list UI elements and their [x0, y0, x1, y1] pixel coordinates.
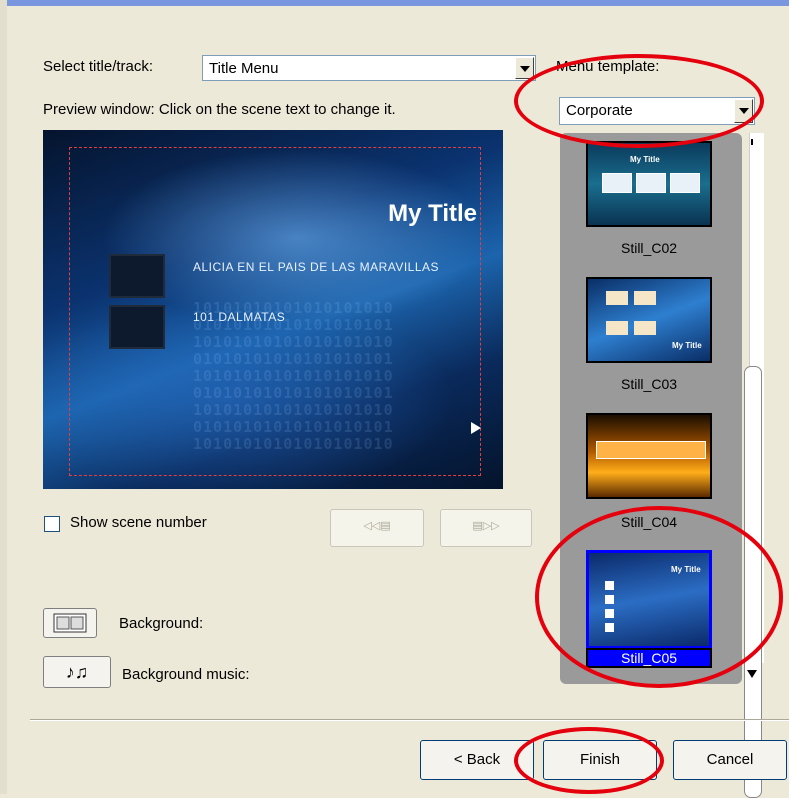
preview-title[interactable]: My Title [388, 200, 477, 228]
template-scrollbar[interactable] [744, 133, 764, 798]
template-thumbnail-c04[interactable] [586, 413, 712, 499]
back-button-label: < Back [453, 751, 501, 768]
show-scene-number-checkbox[interactable] [44, 516, 60, 532]
finish-button-label: Finish [579, 751, 620, 768]
menu-template-label: Menu template: [556, 58, 660, 75]
background-image-icon [53, 613, 87, 633]
template-name-selected[interactable]: Still_C05 [586, 648, 712, 668]
window-top-border [0, 0, 789, 6]
scene-text[interactable]: 101 DALMATAS [193, 310, 285, 324]
finish-button[interactable]: Finish [543, 740, 657, 780]
scene-thumbnail[interactable] [109, 305, 165, 349]
cancel-button[interactable]: Cancel [673, 740, 787, 780]
preview-hint-label: Preview window: Click on the scene text … [43, 101, 396, 118]
play-icon[interactable] [471, 422, 481, 434]
scene-thumbnail[interactable] [109, 254, 165, 298]
thumbnail-title: My Title [630, 155, 660, 164]
title-track-dropdown[interactable]: Title Menu [202, 55, 536, 81]
cancel-button-label: Cancel [706, 751, 754, 768]
title-track-value: Title Menu [209, 60, 279, 77]
scroll-down-icon[interactable] [747, 670, 757, 678]
chevron-down-icon[interactable] [515, 57, 534, 79]
select-title-track-label: Select title/track: [43, 58, 154, 75]
background-button[interactable] [43, 608, 97, 638]
next-page-icon: ▤▷▷ [472, 520, 500, 532]
scroll-up-icon[interactable] [751, 139, 753, 145]
template-thumbnail-c03[interactable]: My Title [586, 277, 712, 363]
background-music-button[interactable]: ♪♫ [43, 656, 111, 688]
scrollbar-thumb[interactable] [744, 366, 762, 798]
template-name[interactable]: Still_C02 [586, 240, 712, 256]
template-name[interactable]: Still_C03 [586, 376, 712, 392]
music-note-icon: ♪♫ [65, 662, 89, 682]
show-scene-number-label: Show scene number [70, 514, 207, 531]
template-thumbnail-c02[interactable]: My Title [586, 141, 712, 227]
chevron-down-icon[interactable] [734, 99, 753, 123]
window-left-edge [0, 0, 7, 794]
menu-template-dropdown[interactable]: Corporate [559, 97, 755, 125]
previous-page-icon: ◁◁▤ [363, 520, 391, 532]
next-page-button[interactable]: ▤▷▷ [440, 509, 532, 547]
scene-text[interactable]: ALICIA EN EL PAIS DE LAS MARAVILLAS [193, 260, 439, 274]
thumbnail-title: My Title [671, 565, 701, 574]
template-name[interactable]: Still_C04 [586, 514, 712, 530]
background-music-label: Background music: [122, 666, 250, 683]
back-button[interactable]: < Back [420, 740, 534, 780]
template-thumbnail-c05[interactable]: My Title [586, 550, 712, 649]
divider [30, 719, 789, 721]
thumbnail-title: My Title [672, 341, 702, 350]
previous-page-button[interactable]: ◁◁▤ [330, 509, 424, 547]
background-label: Background: [119, 615, 204, 632]
menu-template-value: Corporate [566, 102, 633, 119]
preview-window[interactable]: 10101010101010101010 01010101010101010101… [43, 130, 503, 489]
